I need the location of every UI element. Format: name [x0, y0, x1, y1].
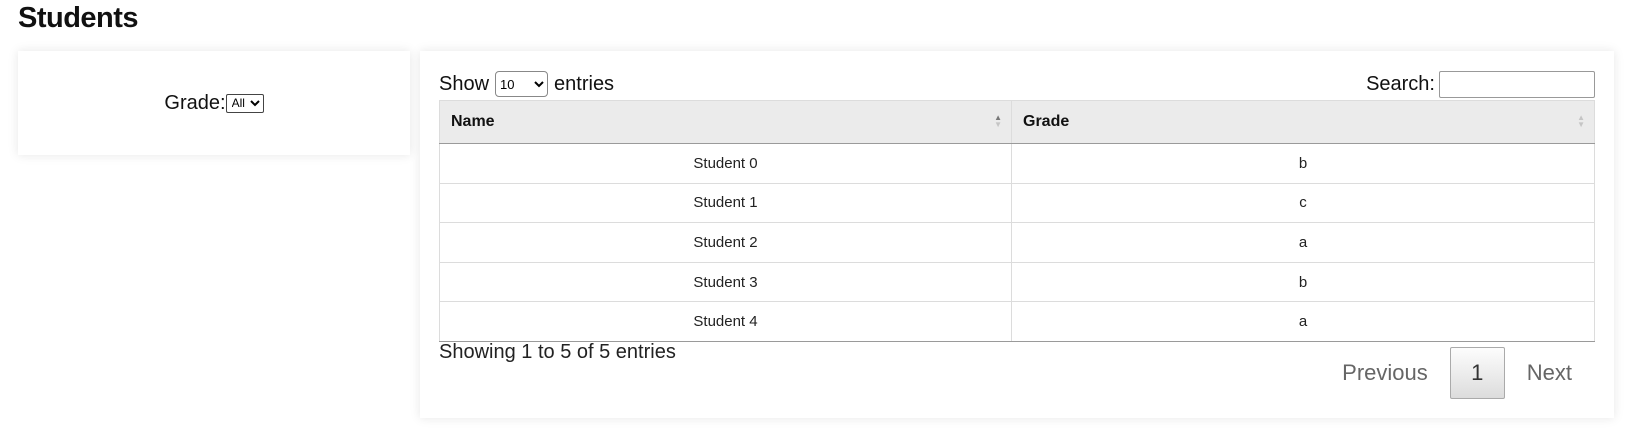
search-control: Search:: [1366, 71, 1595, 98]
sort-arrows-icon: ▲ ▼: [994, 113, 1002, 129]
sort-arrows-icon: ▲ ▼: [1577, 113, 1585, 129]
students-table-panel: Show 10 entries Search: Name ▲ ▼ Grade ▲ ▼: [420, 51, 1614, 418]
column-header-label: Name: [451, 113, 495, 130]
column-header-name[interactable]: Name ▲ ▼: [439, 100, 1012, 144]
previous-page-button[interactable]: Previous: [1320, 360, 1450, 386]
cell-name: Student 3: [439, 261, 1012, 303]
cell-grade: a: [1011, 222, 1595, 263]
next-page-button[interactable]: Next: [1505, 360, 1594, 386]
table-row: Student 2 a: [439, 222, 1595, 263]
table-row: Student 1 c: [439, 182, 1595, 224]
page-1-button[interactable]: 1: [1449, 347, 1505, 399]
cell-grade: a: [1011, 301, 1595, 342]
grade-filter-label: Grade:: [164, 91, 226, 114]
pagination: Previous 1 Next: [1320, 347, 1594, 399]
search-label: Search:: [1366, 73, 1435, 95]
grade-filter-select[interactable]: All: [225, 93, 264, 113]
cell-name: Student 4: [439, 301, 1012, 342]
grade-filter: Grade: All: [164, 91, 264, 115]
table-row: Student 0 b: [439, 143, 1595, 184]
cell-grade: b: [1011, 143, 1595, 184]
page-title: Students: [18, 2, 139, 34]
entries-length-control: Show 10 entries: [439, 71, 614, 97]
table-row: Student 3 b: [439, 261, 1595, 303]
entries-length-select[interactable]: 10: [495, 71, 549, 97]
table-row: Student 4 a: [439, 301, 1595, 342]
column-header-label: Grade: [1023, 113, 1070, 130]
students-table: Name ▲ ▼ Grade ▲ ▼ Student 0 b Student 1 c…: [439, 100, 1595, 342]
cell-name: Student 2: [439, 222, 1012, 263]
cell-grade: c: [1011, 182, 1595, 224]
cell-grade: b: [1011, 261, 1595, 303]
column-header-grade[interactable]: Grade ▲ ▼: [1011, 100, 1595, 144]
length-suffix: entries: [554, 72, 615, 95]
cell-name: Student 0: [439, 143, 1012, 184]
search-input[interactable]: [1439, 71, 1595, 98]
table-info: Showing 1 to 5 of 5 entries: [439, 341, 676, 363]
table-header-row: Name ▲ ▼ Grade ▲ ▼: [439, 100, 1595, 144]
length-prefix: Show: [439, 72, 490, 95]
filter-panel: Grade: All: [18, 51, 410, 155]
cell-name: Student 1: [439, 182, 1012, 224]
